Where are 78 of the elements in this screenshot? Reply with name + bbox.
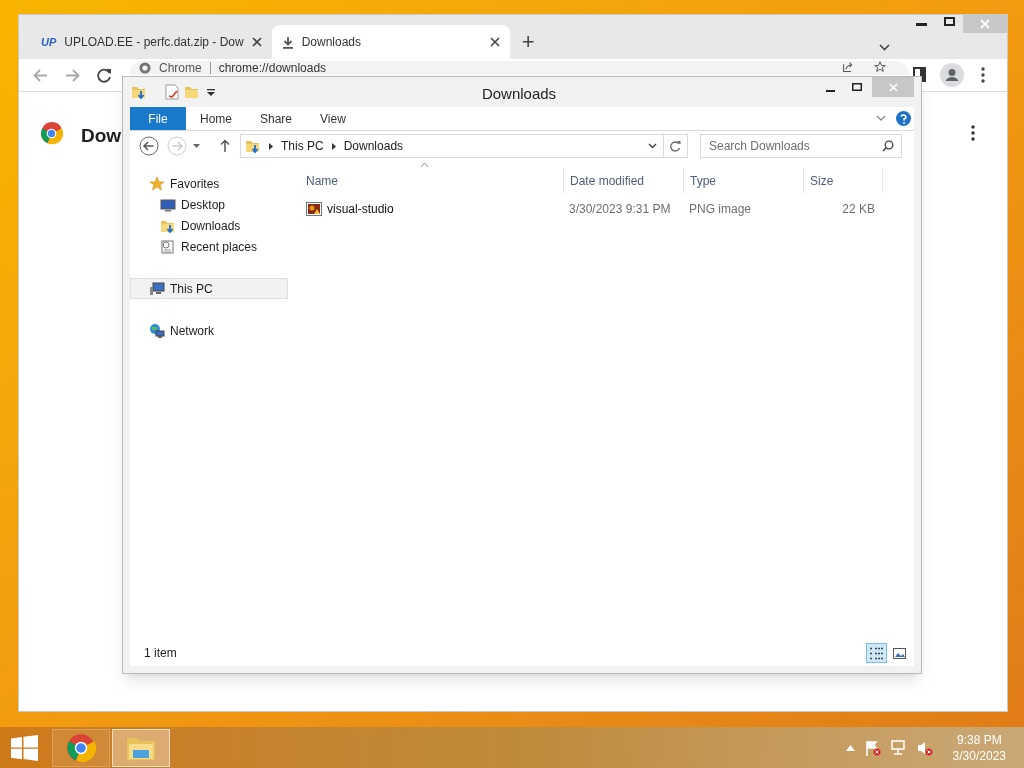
folder-download-icon bbox=[245, 138, 261, 154]
more-menu-icon[interactable] bbox=[971, 125, 975, 141]
status-text: 1 item bbox=[144, 645, 177, 662]
profile-avatar-icon[interactable] bbox=[940, 63, 964, 87]
nav-item[interactable]: This PC bbox=[130, 278, 288, 299]
star-icon[interactable] bbox=[874, 61, 886, 73]
refresh-button[interactable] bbox=[663, 134, 688, 158]
window-title: Downloads bbox=[480, 84, 558, 104]
nav-item[interactable]: Desktop bbox=[130, 194, 288, 215]
download-icon bbox=[281, 35, 294, 49]
folder-download-icon[interactable] bbox=[131, 84, 147, 100]
chrome-icon bbox=[139, 62, 151, 74]
windows-start-icon[interactable] bbox=[11, 734, 38, 761]
file-name[interactable]: visual-studio bbox=[327, 200, 394, 218]
table-cell-text: 22 KB bbox=[841, 201, 875, 218]
back-button-icon[interactable] bbox=[139, 136, 159, 156]
properties-icon[interactable] bbox=[165, 84, 179, 100]
computer-icon bbox=[149, 280, 165, 297]
recent-places-icon bbox=[160, 238, 176, 255]
chevron-right-icon[interactable] bbox=[331, 142, 336, 150]
expand-ribbon-icon[interactable] bbox=[876, 115, 886, 121]
page-heading: Dow bbox=[81, 124, 122, 148]
ribbon-tab[interactable]: Home bbox=[186, 107, 246, 130]
close-icon bbox=[888, 82, 898, 92]
picture-icon bbox=[893, 647, 906, 659]
help-icon[interactable] bbox=[896, 111, 911, 126]
details-view-button[interactable] bbox=[866, 643, 887, 663]
close-icon[interactable] bbox=[251, 37, 262, 47]
star-icon bbox=[149, 175, 165, 192]
nav-item[interactable]: Network bbox=[130, 320, 288, 341]
table-cell-text: PNG image bbox=[688, 201, 753, 218]
table-cell-text: 3/30/2023 9:31 PM bbox=[568, 201, 672, 218]
reload-icon[interactable] bbox=[97, 68, 112, 83]
chevron-down-icon[interactable] bbox=[879, 44, 890, 51]
breadcrumb-item[interactable]: This PC bbox=[281, 137, 324, 155]
nav-item[interactable]: Favorites bbox=[130, 173, 288, 194]
chrome-logo-icon bbox=[40, 122, 63, 145]
network-icon bbox=[149, 322, 165, 339]
close-icon bbox=[980, 19, 990, 29]
search-icon[interactable] bbox=[882, 140, 894, 152]
ribbon-tab[interactable]: Share bbox=[246, 107, 307, 130]
nav-item[interactable]: Downloads bbox=[130, 215, 288, 236]
maximize-icon[interactable] bbox=[852, 83, 862, 91]
column-header[interactable]: Size bbox=[803, 169, 883, 193]
new-tab-button[interactable]: + bbox=[521, 31, 535, 53]
address-bar[interactable]: This PC Downloads bbox=[240, 134, 664, 158]
address-bar[interactable]: Chrome chrome://downloads bbox=[129, 61, 909, 75]
breadcrumb-item[interactable]: Downloads bbox=[343, 137, 404, 155]
chrome-logo-icon bbox=[66, 732, 96, 763]
customize-dropdown-icon[interactable] bbox=[207, 89, 215, 96]
list-icon bbox=[869, 646, 884, 660]
column-header[interactable]: Date modified bbox=[563, 169, 683, 193]
more-menu-icon[interactable] bbox=[981, 67, 985, 83]
up-arrow-icon[interactable] bbox=[220, 139, 230, 152]
share-icon[interactable] bbox=[842, 62, 854, 73]
ribbon-tab[interactable]: View bbox=[306, 107, 360, 130]
desktop-icon bbox=[160, 196, 176, 213]
chevron-right-icon[interactable] bbox=[269, 142, 273, 150]
speaker-muted-icon[interactable] bbox=[916, 739, 933, 756]
history-dropdown-icon[interactable] bbox=[193, 144, 200, 148]
tab-title: Downloads bbox=[301, 34, 363, 51]
chevron-down-icon[interactable] bbox=[648, 143, 657, 149]
tab-title: UPLOAD.EE - perfc.dat.zip - Dow bbox=[64, 34, 244, 51]
favicon-logo: UP bbox=[41, 34, 57, 50]
url-text: chrome://downloads bbox=[218, 62, 327, 74]
nav-item[interactable]: Recent places bbox=[130, 236, 288, 257]
column-header[interactable]: Name bbox=[302, 169, 563, 193]
question-mark-icon bbox=[900, 113, 907, 124]
chrome-taskbar-button[interactable] bbox=[52, 728, 110, 767]
maximize-icon[interactable] bbox=[944, 17, 955, 26]
browser-tab[interactable]: Downloads bbox=[271, 25, 510, 59]
search-field[interactable]: Search Downloads bbox=[700, 134, 902, 158]
site-label: Chrome bbox=[159, 62, 202, 74]
flag-warning-icon[interactable] bbox=[864, 739, 881, 756]
image-file-icon bbox=[306, 202, 322, 216]
close-icon[interactable] bbox=[489, 37, 500, 47]
refresh-icon bbox=[670, 140, 681, 152]
column-header[interactable]: Type bbox=[683, 169, 803, 193]
